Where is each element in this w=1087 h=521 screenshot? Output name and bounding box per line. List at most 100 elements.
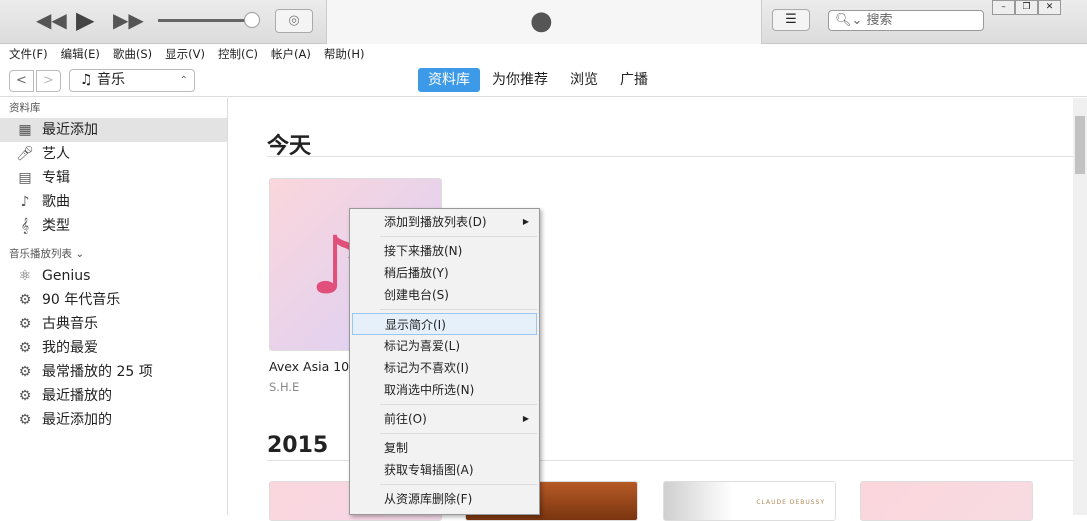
menu-add-to-playlist[interactable]: 添加到播放列表(D) ▶ bbox=[350, 211, 539, 233]
menu-view[interactable]: 显示(V) bbox=[165, 44, 205, 65]
menu-play-later[interactable]: 稍后播放(Y) bbox=[350, 262, 539, 284]
sidebar-item-artists[interactable]: 🎤︎ 艺人 bbox=[0, 142, 227, 166]
updown-chevron-icon: ⌃ bbox=[179, 75, 188, 86]
menu-uncheck-selection[interactable]: 取消选中所选(N) bbox=[350, 379, 539, 401]
menu-item-label: 前往(O) bbox=[384, 412, 427, 426]
album-art[interactable] bbox=[860, 481, 1033, 521]
tab-library[interactable]: 资料库 bbox=[418, 68, 480, 92]
search-input[interactable]: 🔍︎⌄ 搜索 bbox=[828, 10, 984, 31]
scrollbar[interactable] bbox=[1073, 98, 1087, 515]
up-next-button[interactable]: ☰ bbox=[772, 9, 810, 31]
album-art[interactable]: CLAUDE DEBUSSY bbox=[663, 481, 836, 521]
playlist-top25[interactable]: ⚙ 最常播放的 25 项 bbox=[0, 360, 227, 384]
playlist-recently-played[interactable]: ⚙ 最近播放的 bbox=[0, 384, 227, 408]
submenu-arrow-icon: ▶ bbox=[522, 414, 529, 423]
rewind-icon[interactable]: ◀◀ bbox=[36, 8, 67, 32]
tabs: 资料库 为你推荐 浏览 广播 bbox=[418, 68, 660, 92]
menu-item-label: 添加到播放列表(D) bbox=[384, 215, 487, 229]
menu-go-to[interactable]: 前往(O) ▶ bbox=[350, 408, 539, 430]
volume-knob[interactable] bbox=[244, 12, 260, 28]
menu-create-station[interactable]: 创建电台(S) bbox=[350, 284, 539, 306]
playlist-label: 我的最爱 bbox=[42, 340, 98, 356]
sidebar-item-label: 类型 bbox=[42, 218, 70, 234]
sidebar-item-label: 最近添加 bbox=[42, 122, 98, 138]
sidebar-item-label: 专辑 bbox=[42, 170, 70, 186]
close-icon[interactable]: ✕ bbox=[1038, 0, 1061, 15]
menu-song[interactable]: 歌曲(S) bbox=[113, 44, 152, 65]
playlist-90s[interactable]: ⚙ 90 年代音乐 bbox=[0, 288, 227, 312]
sidebar-item-albums[interactable]: ▤ 专辑 bbox=[0, 166, 227, 190]
tab-browse[interactable]: 浏览 bbox=[560, 68, 608, 92]
playlist-label: 90 年代音乐 bbox=[42, 292, 121, 308]
divider bbox=[267, 156, 1073, 157]
genre-icon: 𝄞 bbox=[20, 218, 30, 234]
menu-get-info[interactable]: 显示简介(I) bbox=[352, 313, 537, 335]
gear-icon: ⚙ bbox=[18, 340, 32, 356]
sidebar-item-label: 歌曲 bbox=[42, 194, 70, 210]
menu-file[interactable]: 文件(F) bbox=[9, 44, 48, 65]
window-controls: – ❐ ✕ bbox=[992, 0, 1061, 15]
sidebar-item-recently-added[interactable]: ▦ 最近添加 bbox=[0, 118, 227, 142]
microphone-icon: 🎤︎ bbox=[16, 146, 34, 162]
note-icon: ♪ bbox=[20, 194, 30, 210]
separator bbox=[380, 484, 537, 485]
menu-delete-from-library[interactable]: 从资源库删除(F) bbox=[350, 488, 539, 510]
minimize-icon[interactable]: – bbox=[992, 0, 1015, 15]
sidebar: 资料库 ▦ 最近添加 🎤︎ 艺人 ▤ 专辑 ♪ 歌曲 𝄞 类型 音乐播放列表 ⌄ ⚛ Gen… bbox=[0, 98, 228, 515]
playlist-label: 古典音乐 bbox=[42, 316, 98, 332]
atom-icon: ⚛ bbox=[18, 268, 32, 284]
menu-help[interactable]: 帮助(H) bbox=[324, 44, 365, 65]
sidebar-item-genres[interactable]: 𝄞 类型 bbox=[0, 214, 227, 238]
airplay-icon: ◎ bbox=[288, 13, 300, 28]
play-icon[interactable]: ▶ bbox=[76, 6, 94, 34]
gear-icon: ⚙ bbox=[18, 364, 32, 380]
back-button[interactable]: < bbox=[9, 70, 34, 92]
separator bbox=[380, 236, 537, 237]
playlists-header[interactable]: 音乐播放列表 ⌄ bbox=[0, 244, 227, 264]
context-menu: 添加到播放列表(D) ▶ 接下来播放(N) 稍后播放(Y) 创建电台(S) 显示简… bbox=[349, 208, 540, 515]
playlist-label: 最近播放的 bbox=[42, 388, 112, 404]
tab-for-you[interactable]: 为你推荐 bbox=[482, 68, 558, 92]
menu-account[interactable]: 帐户(A) bbox=[271, 44, 311, 65]
playlist-label: 最常播放的 25 项 bbox=[42, 364, 153, 380]
search-placeholder: 搜索 bbox=[866, 13, 893, 28]
fast-forward-icon[interactable]: ▶▶ bbox=[113, 8, 144, 32]
separator bbox=[380, 404, 537, 405]
album-art-label: CLAUDE DEBUSSY bbox=[756, 499, 825, 506]
menu-bar: 文件(F) 编辑(E) 歌曲(S) 显示(V) 控制(C) 帐户(A) 帮助(H… bbox=[0, 44, 1087, 65]
media-label: 音乐 bbox=[97, 72, 126, 88]
scrollbar-thumb[interactable] bbox=[1075, 116, 1085, 174]
volume-slider[interactable] bbox=[158, 19, 252, 22]
playlist-label: 最近添加的 bbox=[42, 412, 112, 428]
tab-radio[interactable]: 广播 bbox=[610, 68, 658, 92]
playlist-classical[interactable]: ⚙ 古典音乐 bbox=[0, 312, 227, 336]
menu-love[interactable]: 标记为喜爱(L) bbox=[350, 335, 539, 357]
submenu-arrow-icon: ▶ bbox=[522, 217, 529, 226]
menu-play-next[interactable]: 接下来播放(N) bbox=[350, 240, 539, 262]
restore-icon[interactable]: ❐ bbox=[1015, 0, 1038, 15]
library-header: 资料库 bbox=[9, 102, 41, 114]
playlist-recently-added[interactable]: ⚙ 最近添加的 bbox=[0, 408, 227, 432]
separator bbox=[380, 433, 537, 434]
section-2015: 2015 bbox=[267, 433, 329, 458]
gear-icon: ⚙ bbox=[18, 316, 32, 332]
playlist-label: Genius bbox=[42, 268, 91, 284]
airplay-button[interactable]: ◎ bbox=[275, 9, 313, 33]
playlist-favorites[interactable]: ⚙ 我的最爱 bbox=[0, 336, 227, 360]
menu-controls[interactable]: 控制(C) bbox=[218, 44, 258, 65]
nav-bar: < > ♫ 音乐 ⌃ 资料库 为你推荐 浏览 广播 bbox=[0, 65, 1087, 97]
player-toolbar: ◀◀ ▶ ▶▶ ◎ ● ☰ 🔍︎⌄ 搜索 – ❐ ✕ bbox=[0, 0, 1087, 44]
separator bbox=[380, 309, 537, 310]
menu-copy[interactable]: 复制 bbox=[350, 437, 539, 459]
playlist-genius[interactable]: ⚛ Genius bbox=[0, 264, 227, 288]
forward-button[interactable]: > bbox=[36, 70, 61, 92]
menu-edit[interactable]: 编辑(E) bbox=[61, 44, 100, 65]
grid-icon: ▦ bbox=[18, 122, 32, 138]
album-artist[interactable]: S.H.E bbox=[269, 380, 299, 394]
sidebar-item-songs[interactable]: ♪ 歌曲 bbox=[0, 190, 227, 214]
menu-get-artwork[interactable]: 获取专辑插图(A) bbox=[350, 459, 539, 481]
menu-dislike[interactable]: 标记为不喜欢(I) bbox=[350, 357, 539, 379]
album-title[interactable]: Avex Asia 10 bbox=[269, 359, 349, 374]
gear-icon: ⚙ bbox=[18, 412, 32, 428]
media-picker[interactable]: ♫ 音乐 ⌃ bbox=[69, 69, 195, 92]
